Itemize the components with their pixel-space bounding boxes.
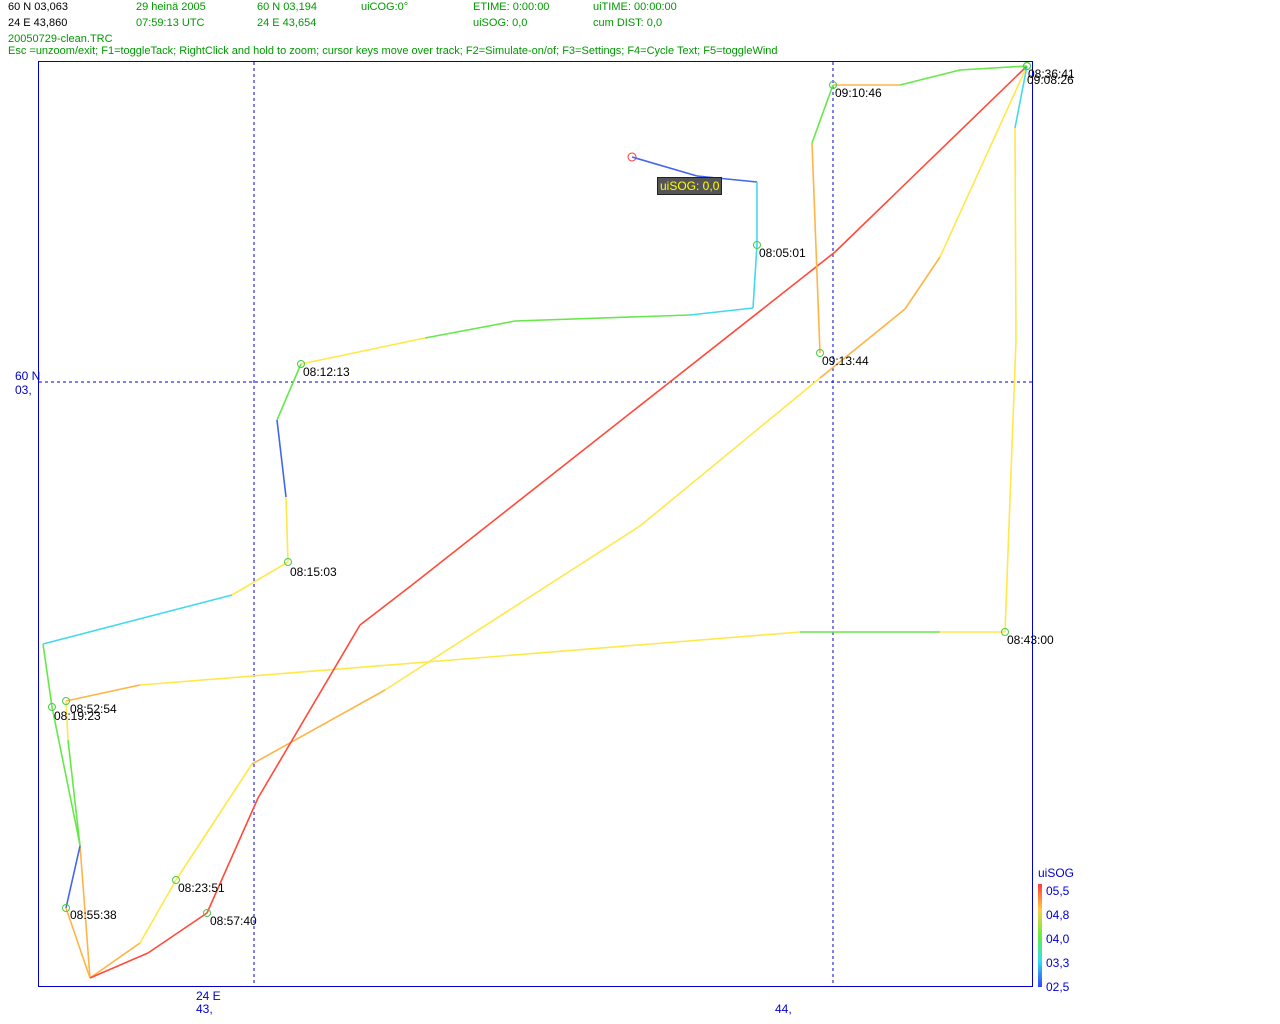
track-segment [51, 706, 81, 846]
track-segment [276, 363, 302, 421]
waypoint-time-label: 09:08:26 [1027, 73, 1074, 87]
track-segment [257, 624, 361, 799]
track-segment [939, 65, 1028, 258]
lon-axis-label-2: 43, [196, 1002, 213, 1016]
waypoint-time-label: 08:57:40 [210, 914, 257, 928]
track-segment [811, 142, 821, 354]
track-segment [811, 84, 834, 144]
track-segment [639, 377, 821, 527]
track-segment [139, 879, 177, 944]
waypoint-time-label: 08:05:01 [759, 246, 806, 260]
track-segment [206, 797, 259, 914]
track-segment [175, 763, 253, 881]
legend-color-scale [1038, 884, 1042, 987]
waypoint-time-label: 08:55:38 [70, 908, 117, 922]
track-segment [42, 594, 233, 645]
lon-axis-label-3: 44, [775, 1002, 792, 1016]
legend-value: 03,3 [1046, 956, 1070, 970]
waypoint-time-label: 08:15:03 [290, 565, 337, 579]
track-segment [904, 256, 941, 310]
track-segment [689, 307, 754, 316]
track-segment [300, 337, 426, 365]
track-segment [251, 689, 386, 765]
lat-axis-label-2: 03, [15, 383, 32, 397]
track-segment [139, 631, 801, 686]
track-segment [231, 561, 289, 596]
waypoint-time-label: 08:12:13 [303, 365, 350, 379]
track-segment [276, 419, 287, 498]
track-segment [65, 684, 141, 702]
track-segment [285, 496, 289, 563]
track-segment [514, 314, 691, 322]
legend-value: 02,5 [1046, 980, 1070, 994]
track-segment [359, 584, 413, 626]
track-segment [1004, 339, 1017, 633]
lat-axis-label-1: 60 N [15, 369, 41, 383]
sog-tooltip: uiSOG: 0,0 [657, 177, 723, 195]
track-segment [384, 525, 641, 691]
track-segment [959, 65, 1028, 71]
track-segment [147, 912, 208, 954]
waypoint-markers: 08:05:0108:12:1308:15:0308:19:2308:23:51… [48, 62, 1075, 928]
waypoint-time-label: 09:13:44 [822, 354, 869, 368]
track-segment [42, 643, 53, 708]
track-segment [631, 156, 698, 177]
legend-title: uiSOG [1038, 866, 1075, 880]
waypoint-time-label: 08:43:00 [1007, 633, 1054, 647]
legend-value: 04,0 [1046, 932, 1070, 946]
track-segment [1014, 127, 1017, 341]
track-segments [42, 65, 1028, 979]
track-segment [752, 244, 758, 309]
waypoint-time-label: 09:10:46 [835, 86, 882, 100]
legend-value: 05,5 [1046, 884, 1070, 898]
sog-legend: uiSOG 05,5 04,8 04,0 03,3 02,5 [1034, 866, 1094, 996]
track-segment [424, 320, 516, 339]
track-segment [65, 845, 81, 909]
waypoint-time-label: 08:23:51 [178, 881, 225, 895]
track-segment [899, 69, 961, 86]
waypoint-time-label: 08:52:54 [70, 702, 117, 716]
legend-value: 04,8 [1046, 908, 1070, 922]
